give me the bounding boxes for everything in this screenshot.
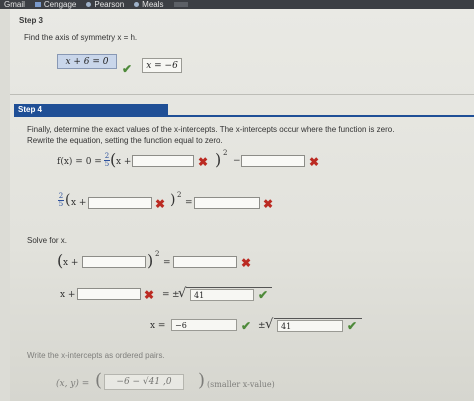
- bookmark-gmail[interactable]: Gmail: [4, 0, 25, 9]
- check-icon: ✔: [347, 319, 358, 333]
- check-icon: ✔: [122, 62, 133, 76]
- close-paren: ): [170, 192, 176, 208]
- eq3-input-h[interactable]: [82, 256, 146, 268]
- exponent-two: 2: [155, 250, 160, 258]
- eq5-input-h[interactable]: −6: [171, 319, 237, 331]
- eq1-x-plus: x +: [116, 157, 132, 167]
- bookmark-icon: [173, 2, 188, 7]
- open-paren: (: [65, 192, 71, 208]
- eq4-sqrt-input[interactable]: 41: [190, 289, 254, 301]
- cengage-icon: [34, 2, 41, 7]
- eq3-input-rhs[interactable]: [173, 256, 237, 268]
- equals-sign: =: [162, 290, 170, 300]
- bookmark-label: Cengage: [43, 0, 77, 9]
- browser-bookmarks-bar: Gmail Cengage Pearson Meals: [0, 0, 474, 9]
- ordered-pairs-label: Write the x-intercepts as ordered pairs.: [27, 351, 165, 360]
- step3-equation-box: x + 6 = 0: [57, 54, 117, 69]
- close-paren: ): [147, 251, 154, 270]
- eq3-x-plus: x +: [63, 258, 79, 268]
- wrong-icon: ✖: [155, 197, 166, 211]
- check-icon: ✔: [241, 319, 252, 333]
- exponent-two: 2: [223, 149, 228, 157]
- section-divider: [10, 94, 474, 95]
- step3-instruction: Find the axis of symmetry x = h.: [24, 33, 138, 42]
- ordered-pair-prefix: (x, y) =: [56, 379, 90, 389]
- equals-sign: =: [185, 198, 193, 208]
- bookmark-extra[interactable]: [173, 2, 188, 7]
- fraction-denominator: 5: [58, 200, 64, 208]
- wrong-icon: ✖: [241, 256, 252, 270]
- wrong-icon: ✖: [144, 288, 155, 302]
- wrong-icon: ✖: [263, 197, 274, 211]
- bookmark-cengage[interactable]: Cengage: [34, 0, 77, 9]
- sqrt-icon: √: [265, 317, 274, 332]
- pearson-icon: [86, 2, 92, 7]
- eq2-x-plus: x +: [71, 198, 87, 208]
- ordered-pair-input[interactable]: −6 − √41 ,0: [104, 374, 184, 390]
- step3-heading: Step 3: [19, 16, 44, 25]
- eq1-input-k[interactable]: [241, 155, 305, 167]
- smaller-x-note: (smaller x-value): [207, 380, 275, 389]
- sqrt-icon: √: [178, 286, 187, 301]
- eq5-x-equals: x =: [150, 321, 166, 331]
- wrong-icon: ✖: [309, 155, 320, 169]
- close-paren: ): [198, 370, 206, 391]
- bookmark-label: Pearson: [94, 0, 125, 9]
- eq4-x-plus: x +: [60, 290, 76, 300]
- minus-sign: −: [233, 156, 241, 166]
- fraction-two-fifths: 25: [58, 193, 64, 208]
- solve-for-x-label: Solve for x.: [27, 236, 68, 245]
- close-paren: ): [215, 150, 222, 169]
- fraction-numerator: 2: [58, 192, 64, 200]
- bookmark-label: Gmail: [4, 0, 25, 9]
- eq1-prefix: f(x) = 0 =: [57, 157, 102, 167]
- step3-answer-input[interactable]: x = −6: [142, 58, 182, 73]
- step4-instruction-1: Finally, determine the exact values of t…: [27, 125, 395, 134]
- step4-instruction-2: Rewrite the equation, setting the functi…: [27, 136, 223, 145]
- eq4-input-h[interactable]: [77, 288, 141, 300]
- meals-icon: [134, 2, 140, 7]
- equals-sign: =: [163, 258, 171, 268]
- bookmark-pearson[interactable]: Pearson: [86, 0, 124, 9]
- eq1-input-h[interactable]: [132, 155, 194, 167]
- exponent-two: 2: [177, 191, 182, 199]
- open-paren: (: [95, 370, 103, 391]
- step4-underline: [14, 115, 474, 117]
- eq5-sqrt-input[interactable]: 41: [277, 320, 343, 332]
- check-icon: ✔: [258, 288, 269, 302]
- eq2-input-rhs[interactable]: [194, 197, 260, 209]
- bookmark-meals[interactable]: Meals: [134, 0, 164, 9]
- wrong-icon: ✖: [198, 155, 209, 169]
- eq2-input-h[interactable]: [88, 197, 152, 209]
- bookmark-label: Meals: [142, 0, 164, 9]
